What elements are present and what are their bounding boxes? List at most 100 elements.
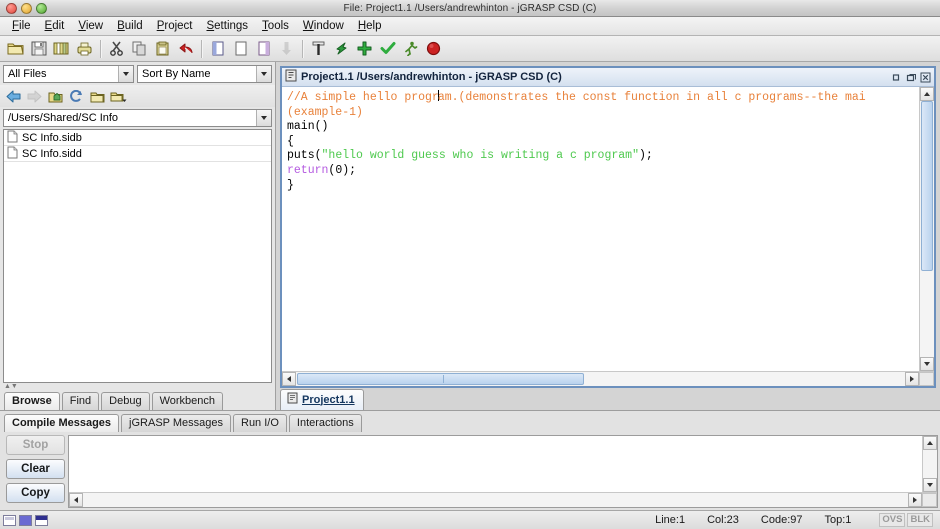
current-path-combo[interactable]: /Users/Shared/SC Info xyxy=(3,109,272,127)
editor-titlebar: Project1.1 /Users/andrewhinton - jGRASP … xyxy=(282,68,934,87)
zoom-window-button[interactable] xyxy=(36,3,47,14)
horizontal-scroll-track[interactable] xyxy=(296,372,905,386)
messages-panel: Compile Messages jGRASP Messages Run I/O… xyxy=(0,410,940,510)
chevron-down-icon-2[interactable] xyxy=(256,66,271,82)
tab-debug[interactable]: Debug xyxy=(101,392,149,410)
messages-action-buttons: Stop Clear Copy xyxy=(2,432,68,508)
home-folder-icon[interactable] xyxy=(45,87,65,105)
save-all-icon[interactable] xyxy=(51,38,72,59)
tab-browse[interactable]: Browse xyxy=(4,392,60,410)
chevron-down-icon[interactable] xyxy=(118,66,133,82)
folder-icon[interactable] xyxy=(87,87,107,105)
menu-build[interactable]: Build xyxy=(110,19,150,33)
paste-icon[interactable] xyxy=(152,38,173,59)
messages-scrollbar-corner xyxy=(922,493,937,507)
compile-messages-area[interactable] xyxy=(68,435,938,508)
editor-horizontal-scrollbar[interactable] xyxy=(282,371,934,386)
editor-tab-label: Project1.1 xyxy=(302,394,355,406)
minimize-window-button[interactable] xyxy=(21,3,32,14)
menu-file[interactable]: File xyxy=(5,19,38,33)
generate-csd-icon[interactable] xyxy=(308,38,329,59)
menu-edit-label: dit xyxy=(52,20,64,32)
list-item[interactable]: SC Info.sidb xyxy=(4,130,271,146)
menu-tools[interactable]: Tools xyxy=(255,19,296,33)
minimize-icon[interactable] xyxy=(892,72,903,83)
close-window-button[interactable] xyxy=(6,3,17,14)
scroll-right-button[interactable] xyxy=(905,372,919,386)
close-icon[interactable] xyxy=(920,72,931,83)
code-editor[interactable]: //A simple hello program.(demonstrates t… xyxy=(282,87,919,371)
block-flag[interactable]: BLK xyxy=(907,513,933,527)
messages-scroll-down-button[interactable] xyxy=(923,478,937,492)
menu-settings[interactable]: Settings xyxy=(199,19,255,33)
status-flags: OVS BLK xyxy=(879,513,933,527)
menu-edit[interactable]: Edit xyxy=(38,19,72,33)
tab-interactions[interactable]: Interactions xyxy=(289,414,362,432)
layout-stacked-icon[interactable] xyxy=(35,515,48,526)
print-icon[interactable] xyxy=(74,38,95,59)
list-item[interactable]: SC Info.sidd xyxy=(4,146,271,162)
horizontal-scroll-thumb[interactable] xyxy=(297,373,584,385)
sort-order-combo[interactable]: Sort By Name xyxy=(137,65,272,83)
messages-text[interactable] xyxy=(69,436,922,492)
tab-project1-1[interactable]: Project1.1 xyxy=(280,389,364,410)
menu-help[interactable]: Help xyxy=(351,19,389,33)
new-file-icon[interactable] xyxy=(230,38,251,59)
cut-icon[interactable] xyxy=(106,38,127,59)
maximize-icon[interactable] xyxy=(906,72,917,83)
messages-scroll-up-button[interactable] xyxy=(923,436,937,450)
messages-scroll-left-button[interactable] xyxy=(69,493,83,507)
browse-panel: All Files Sort By Name xyxy=(0,62,276,410)
new-file-purple-icon[interactable] xyxy=(253,38,274,59)
run-icon[interactable] xyxy=(400,38,421,59)
menu-help-label: elp xyxy=(366,20,381,32)
menu-project-label: roject xyxy=(164,20,192,32)
back-icon[interactable] xyxy=(3,87,23,105)
tab-compile-messages[interactable]: Compile Messages xyxy=(4,414,119,432)
layout-split-icon[interactable] xyxy=(3,515,16,526)
clear-button[interactable]: Clear xyxy=(6,459,65,479)
overstrike-flag[interactable]: OVS xyxy=(879,513,905,527)
source-code[interactable]: //A simple hello program.(demonstrates t… xyxy=(287,90,919,193)
tab-run-io[interactable]: Run I/O xyxy=(233,414,287,432)
file-filter-combo[interactable]: All Files xyxy=(3,65,134,83)
messages-horizontal-scrollbar[interactable] xyxy=(69,492,937,507)
menu-view[interactable]: View xyxy=(71,19,110,33)
open-folder-icon[interactable] xyxy=(5,38,26,59)
tab-find[interactable]: Find xyxy=(62,392,99,410)
compile-link-icon[interactable] xyxy=(354,38,375,59)
menu-project[interactable]: Project xyxy=(150,19,200,33)
messages-scroll-right-button[interactable] xyxy=(908,493,922,507)
layout-full-icon[interactable] xyxy=(19,515,32,526)
refresh-icon[interactable] xyxy=(66,87,86,105)
save-icon[interactable] xyxy=(28,38,49,59)
messages-vertical-track[interactable] xyxy=(923,450,937,478)
check-icon[interactable] xyxy=(377,38,398,59)
caret-status-group: Line:1 Col:23 Code:97 Top:1 xyxy=(655,514,851,526)
copy-icon[interactable] xyxy=(129,38,150,59)
editor-vertical-scrollbar[interactable] xyxy=(919,87,934,371)
browse-nav-toolbar xyxy=(0,85,275,107)
vertical-scroll-track[interactable] xyxy=(920,101,934,357)
messages-horizontal-track[interactable] xyxy=(83,493,908,507)
scroll-up-button[interactable] xyxy=(920,87,934,101)
browse-tab-bar: Browse Find Debug Workbench xyxy=(0,389,275,410)
vertical-scroll-thumb[interactable] xyxy=(921,101,933,271)
folder-dropdown-icon[interactable] xyxy=(108,87,128,105)
undo-icon[interactable] xyxy=(175,38,196,59)
tab-jgrasp-messages[interactable]: jGRASP Messages xyxy=(121,414,231,432)
stop-icon[interactable] xyxy=(423,38,444,59)
chevron-down-icon-3[interactable] xyxy=(256,110,271,126)
scroll-down-button[interactable] xyxy=(920,357,934,371)
filter-sort-row: All Files Sort By Name xyxy=(0,62,275,85)
compile-icon[interactable] xyxy=(331,38,352,59)
menu-window[interactable]: Window xyxy=(296,19,351,33)
file-list[interactable]: SC Info.sidb SC Info.sidd xyxy=(3,129,272,383)
tab-workbench[interactable]: Workbench xyxy=(152,392,223,410)
copy-button[interactable]: Copy xyxy=(6,483,65,503)
new-file-blue-icon[interactable] xyxy=(207,38,228,59)
scroll-left-button[interactable] xyxy=(282,372,296,386)
menu-file-label: ile xyxy=(19,20,31,32)
toolbar-separator-3 xyxy=(302,40,303,58)
messages-vertical-scrollbar[interactable] xyxy=(922,436,937,492)
